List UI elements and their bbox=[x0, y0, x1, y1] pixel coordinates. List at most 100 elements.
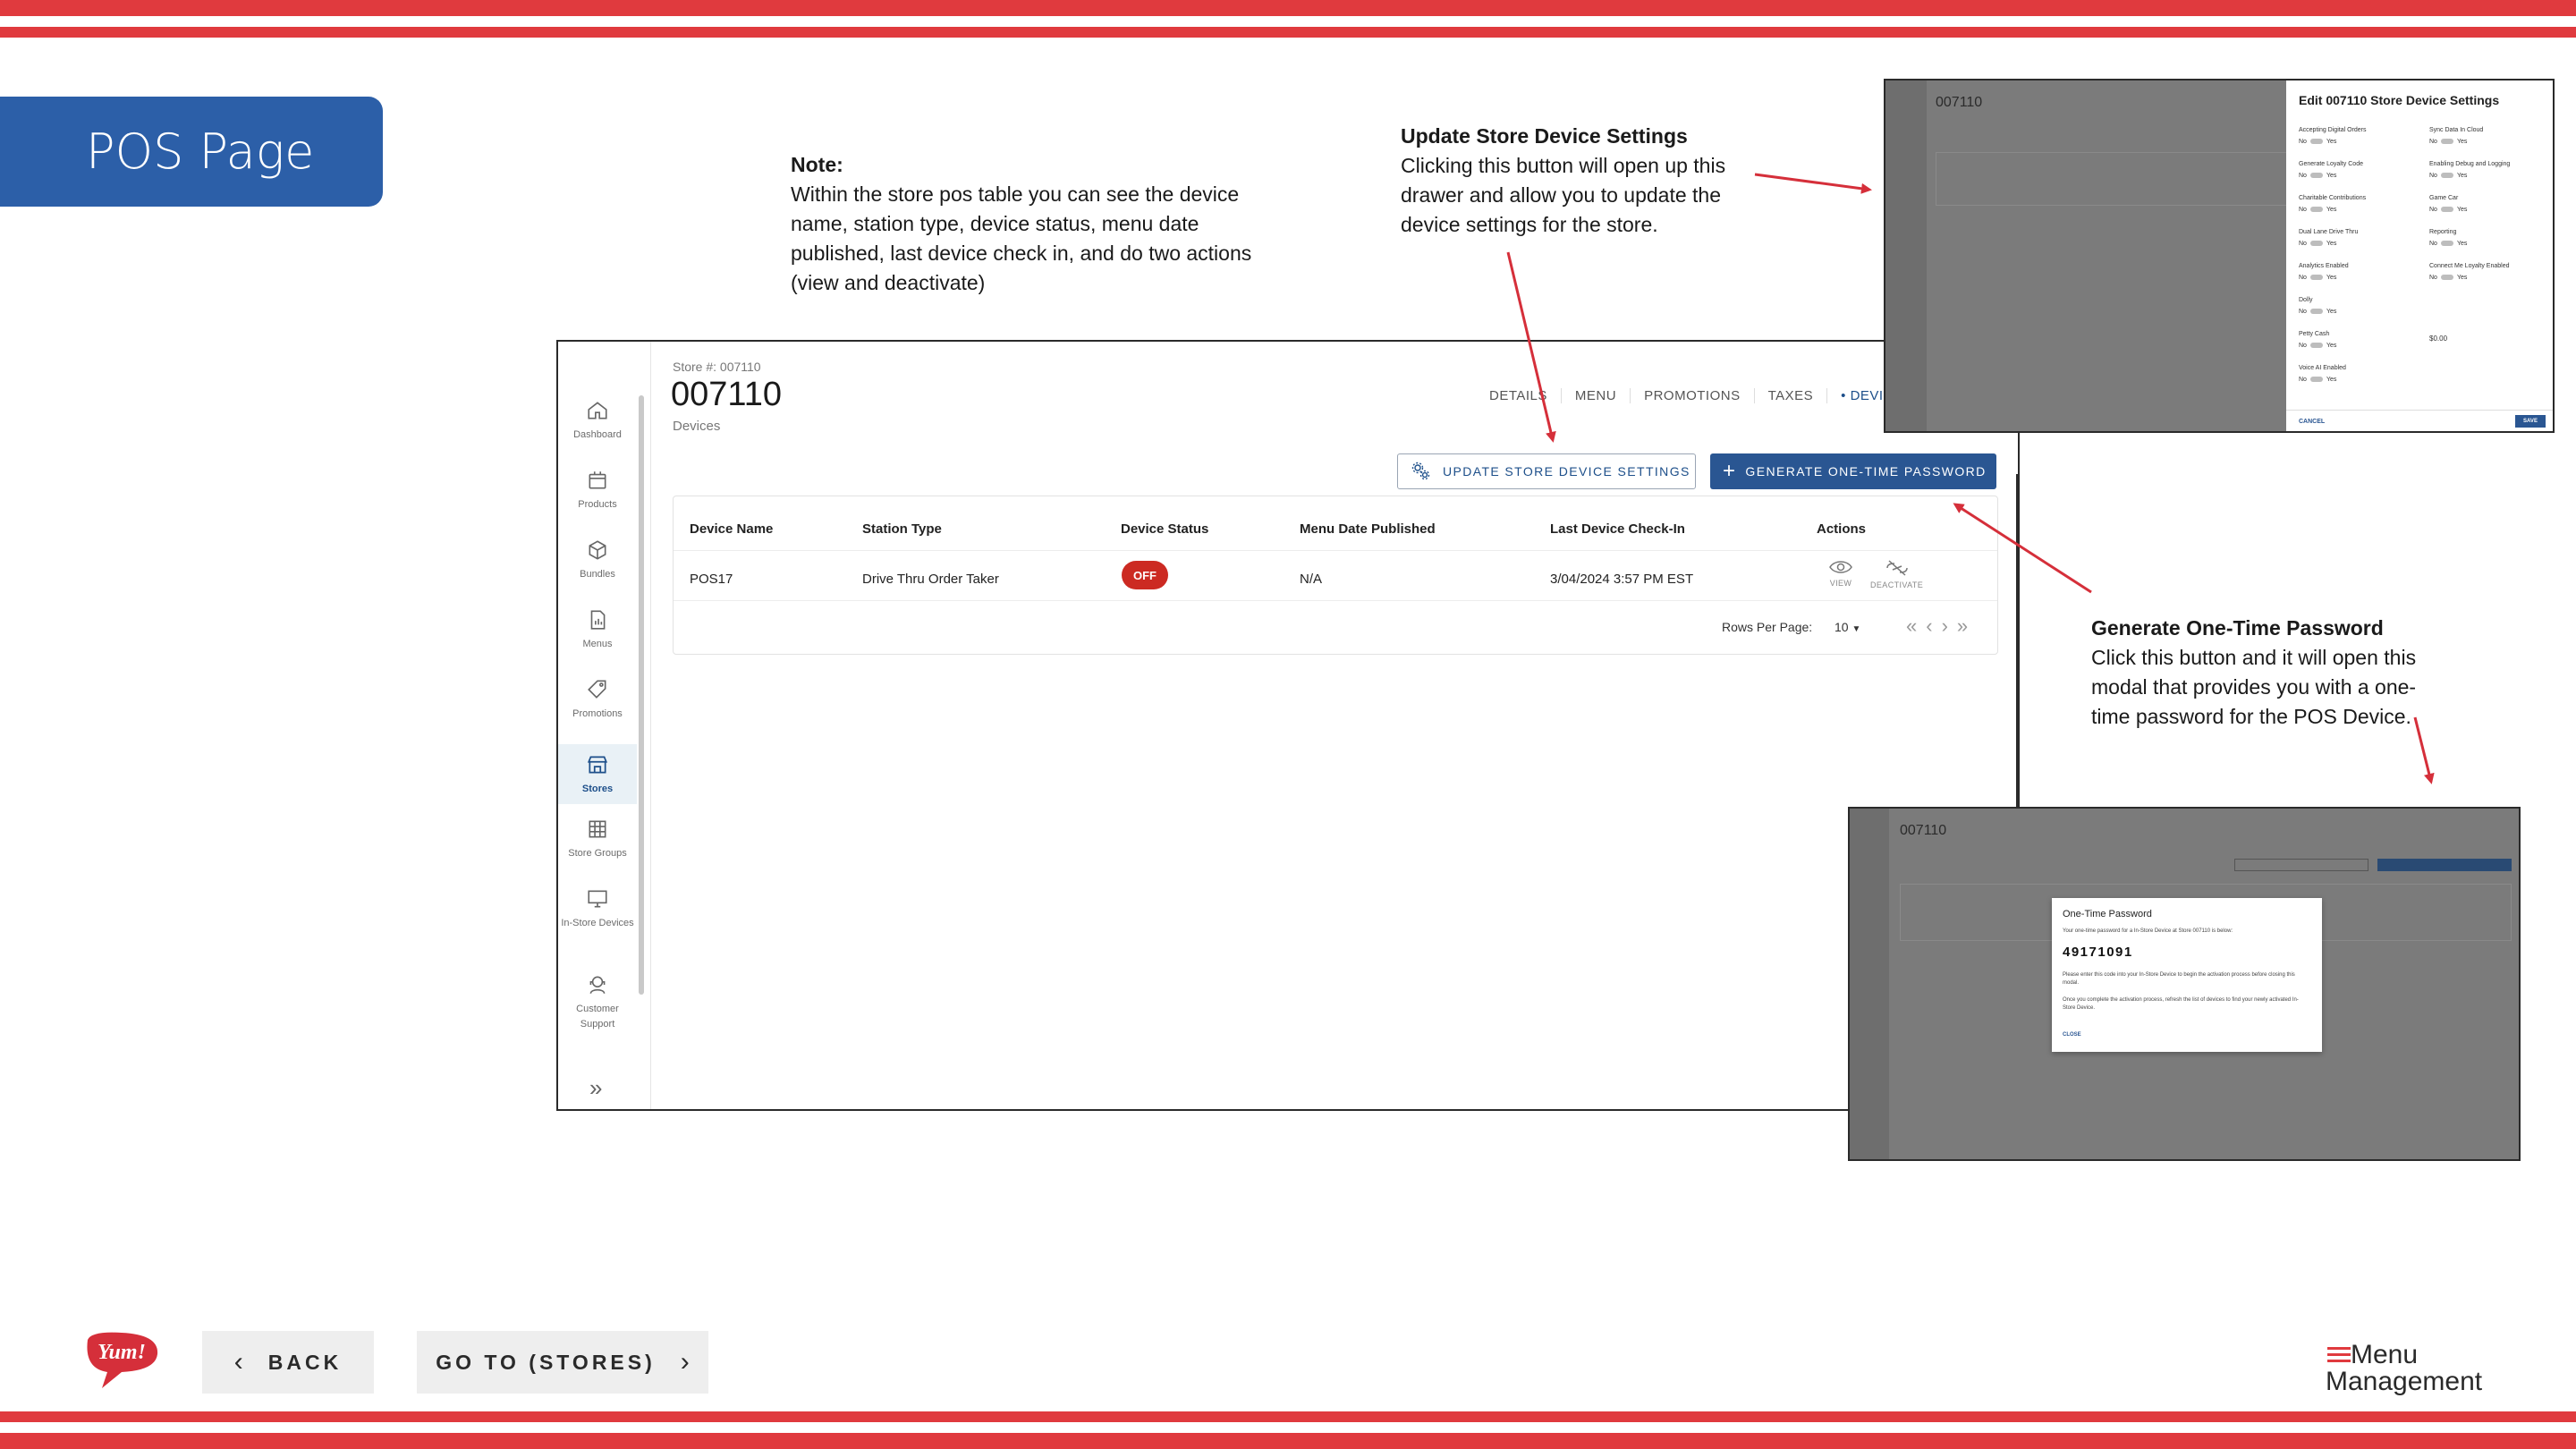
setting-toggle[interactable]: No Yes bbox=[2299, 309, 2336, 315]
sidebar-item-customer-support[interactable]: Customer Support bbox=[558, 973, 637, 1032]
link-off-icon bbox=[1885, 560, 1908, 576]
yum-logo: Yum! bbox=[82, 1329, 163, 1396]
tab-promotions[interactable]: PROMOTIONS bbox=[1631, 388, 1755, 403]
column-header-last-check-in[interactable]: Last Device Check-In bbox=[1550, 521, 1685, 537]
gears-icon bbox=[1411, 462, 1430, 480]
toggle-switch[interactable] bbox=[2440, 173, 2453, 179]
toggle-switch[interactable] bbox=[2309, 207, 2323, 213]
svg-text:Yum!: Yum! bbox=[97, 1341, 146, 1364]
setting-toggle[interactable]: No Yes bbox=[2429, 173, 2467, 179]
top-stripe bbox=[0, 0, 2576, 16]
store-subtitle: Devices bbox=[673, 419, 721, 434]
column-header-device-status[interactable]: Device Status bbox=[1121, 521, 1208, 537]
note-update-body: Clicking this button will open up this d… bbox=[1401, 154, 1726, 236]
toggle-no-label: No bbox=[2299, 173, 2307, 179]
sidebar-item-products[interactable]: Products bbox=[558, 469, 637, 513]
deactivate-action[interactable]: DEACTIVATE bbox=[1870, 559, 1923, 589]
sidebar-item-stores[interactable]: Stores bbox=[558, 744, 637, 804]
page-title-text: POS Page bbox=[86, 123, 315, 180]
go-to-stores-button[interactable]: GO TO (STORES) › bbox=[417, 1331, 708, 1394]
rows-per-page-select[interactable]: 10 ▼ bbox=[1835, 620, 1860, 634]
sidebar-item-in-store-devices[interactable]: In-Store Devices bbox=[558, 887, 637, 931]
toggle-switch[interactable] bbox=[2309, 173, 2323, 179]
monitor-icon bbox=[588, 890, 607, 908]
setting-toggle[interactable]: No Yes bbox=[2299, 377, 2336, 383]
otp-modal: One-Time Password Your one-time password… bbox=[2052, 898, 2322, 1052]
toggle-yes-label: Yes bbox=[2326, 241, 2337, 247]
store-title: 007110 bbox=[671, 376, 782, 413]
chevron-left-icon: ‹ bbox=[233, 1347, 243, 1377]
setting-toggle[interactable]: No Yes bbox=[2299, 173, 2336, 179]
drawer-cancel-button[interactable]: CANCEL bbox=[2299, 419, 2325, 425]
column-header-menu-date[interactable]: Menu Date Published bbox=[1300, 521, 1436, 537]
setting-toggle[interactable]: No Yes bbox=[2299, 139, 2336, 145]
toggle-no-label: No bbox=[2299, 343, 2307, 349]
setting-toggle[interactable]: No Yes bbox=[2299, 207, 2336, 213]
cell-menu-date: N/A bbox=[1300, 572, 1323, 587]
update-store-device-settings-button[interactable]: UPDATE STORE DEVICE SETTINGS bbox=[1397, 453, 1696, 489]
sidebar-item-dashboard[interactable]: Dashboard bbox=[558, 399, 637, 443]
setting-toggle[interactable]: No Yes bbox=[2299, 275, 2336, 281]
column-header-device-name[interactable]: Device Name bbox=[690, 521, 773, 537]
drawer-save-button[interactable]: SAVE bbox=[2515, 415, 2546, 428]
toggle-switch[interactable] bbox=[2309, 377, 2323, 383]
toggle-no-label: No bbox=[2299, 377, 2307, 383]
sidebar-item-bundles[interactable]: Bundles bbox=[558, 538, 637, 582]
sidebar-expand-icon[interactable]: » bbox=[589, 1074, 602, 1102]
thumb-sidebar bbox=[1885, 80, 1927, 431]
menu-management-logo: Menu Management bbox=[2326, 1342, 2482, 1395]
sidebar-item-menus[interactable]: Menus bbox=[558, 608, 637, 652]
toggle-no-label: No bbox=[2299, 275, 2307, 281]
thumb-store-title: 007110 bbox=[1936, 95, 1983, 110]
store-number-label: Store #: 007110 bbox=[673, 360, 761, 374]
toggle-switch[interactable] bbox=[2309, 241, 2323, 247]
setting-label: Sync Data In Cloud bbox=[2429, 127, 2484, 133]
tag-icon bbox=[588, 680, 606, 699]
first-page-icon[interactable]: « bbox=[1906, 614, 1926, 637]
last-page-icon[interactable]: » bbox=[1957, 614, 1977, 637]
column-header-station-type[interactable]: Station Type bbox=[862, 521, 942, 537]
tab-taxes[interactable]: TAXES bbox=[1755, 388, 1828, 403]
toggle-switch[interactable] bbox=[2440, 275, 2453, 281]
sidebar-scrollbar[interactable] bbox=[639, 395, 644, 995]
setting-toggle[interactable]: No Yes bbox=[2429, 275, 2467, 281]
deactivate-action-label: DEACTIVATE bbox=[1870, 580, 1924, 589]
toggle-switch[interactable] bbox=[2309, 139, 2323, 145]
toggle-switch[interactable] bbox=[2440, 207, 2453, 213]
tab-details[interactable]: DETAILS bbox=[1476, 388, 1562, 403]
setting-toggle[interactable]: No Yes bbox=[2429, 207, 2467, 213]
sidebar-item-promotions[interactable]: Promotions bbox=[558, 678, 637, 722]
cell-station-type: Drive Thru Order Taker bbox=[862, 572, 999, 587]
setting-toggle[interactable]: No Yes bbox=[2299, 343, 2336, 349]
otp-close-button[interactable]: CLOSE bbox=[2063, 1032, 2081, 1038]
generate-one-time-password-button[interactable]: + GENERATE ONE-TIME PASSWORD bbox=[1710, 453, 1996, 489]
toggle-no-label: No bbox=[2429, 139, 2437, 145]
toggle-switch[interactable] bbox=[2309, 309, 2323, 315]
toggle-switch[interactable] bbox=[2309, 343, 2323, 349]
toggle-switch[interactable] bbox=[2440, 241, 2453, 247]
prev-page-icon[interactable]: ‹ bbox=[1926, 614, 1941, 637]
setting-label: Dual Lane Drive Thru bbox=[2299, 229, 2359, 235]
top-stripe-thin bbox=[0, 27, 2576, 38]
note-main: Note: Within the store pos table you can… bbox=[791, 150, 1292, 298]
next-page-icon[interactable]: › bbox=[1942, 614, 1957, 637]
setting-label: Charitable Contributions bbox=[2299, 195, 2367, 201]
view-action[interactable]: VIEW bbox=[1829, 559, 1852, 588]
setting-label: Game Car bbox=[2429, 195, 2459, 201]
thumb-store-title: 007110 bbox=[1900, 823, 1947, 838]
sidebar-item-label: Promotions bbox=[572, 708, 623, 719]
setting-toggle[interactable]: No Yes bbox=[2299, 241, 2336, 247]
caret-down-icon: ▼ bbox=[1852, 624, 1861, 634]
toggle-switch[interactable] bbox=[2309, 275, 2323, 281]
toggle-yes-label: Yes bbox=[2326, 343, 2337, 349]
tab-menu[interactable]: MENU bbox=[1562, 388, 1631, 403]
box-icon bbox=[589, 471, 606, 489]
sidebar-item-label: Products bbox=[578, 499, 617, 510]
sidebar-item-store-groups[interactable]: Store Groups bbox=[558, 818, 637, 861]
back-button[interactable]: ‹ BACK bbox=[202, 1331, 374, 1394]
connector-line bbox=[2016, 474, 2018, 807]
toggle-switch[interactable] bbox=[2440, 139, 2453, 145]
setting-toggle[interactable]: No Yes bbox=[2429, 139, 2467, 145]
setting-toggle[interactable]: No Yes bbox=[2429, 241, 2467, 247]
toggle-no-label: No bbox=[2429, 173, 2437, 179]
